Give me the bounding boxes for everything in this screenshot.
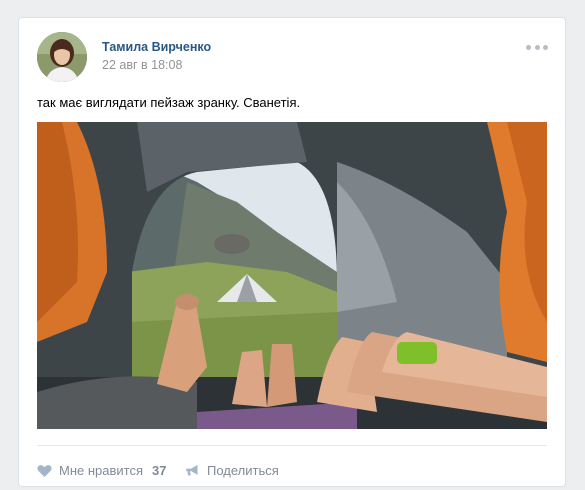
author-name[interactable]: Тамила Вирченко [102, 40, 211, 54]
like-label: Мне нравится [59, 463, 144, 478]
post-card: Тамила Вирченко 22 авг в 18:08 так має в… [18, 17, 566, 487]
post-photo[interactable] [37, 122, 547, 429]
post-date[interactable]: 22 авг в 18:08 [102, 58, 182, 72]
more-dots-icon [526, 44, 531, 50]
post-menu-button[interactable] [526, 42, 548, 52]
actions-divider [37, 445, 547, 446]
megaphone-icon [185, 464, 200, 477]
heart-icon [37, 464, 52, 477]
post-text: так має виглядати пейзаж зранку. Сванеті… [37, 95, 301, 110]
like-count: 37 [152, 463, 167, 478]
share-button[interactable]: Поделиться [185, 463, 279, 478]
avatar[interactable] [37, 32, 87, 82]
like-button[interactable]: Мне нравится 37 [37, 463, 166, 478]
share-label: Поделиться [207, 463, 279, 478]
